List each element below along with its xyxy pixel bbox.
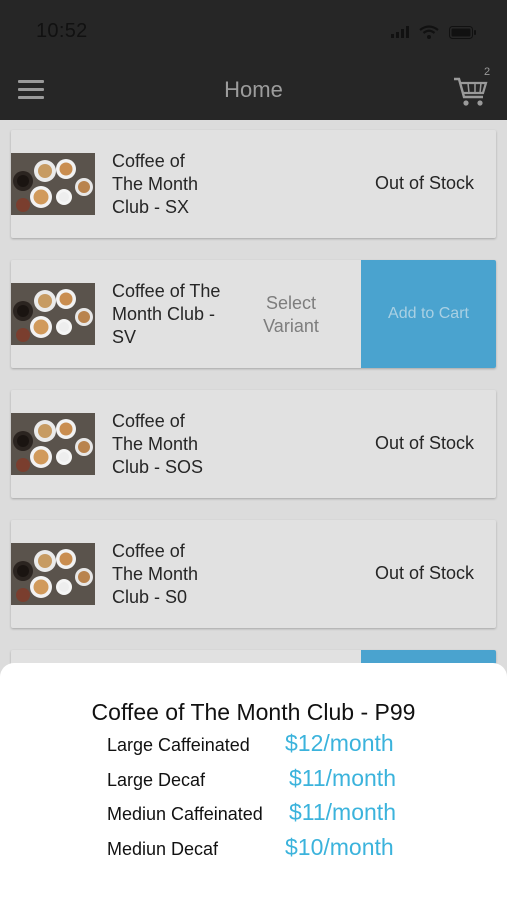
product-card[interactable]: Coffee of The Month Club - SV Select Var… — [11, 260, 496, 368]
stock-status: Out of Stock — [374, 173, 474, 193]
product-name: Coffee of The Month Club - SV — [112, 281, 221, 347]
page-title: Home — [224, 77, 283, 102]
select-variant-button[interactable]: Select Variant — [251, 292, 331, 338]
wifi-icon — [419, 25, 439, 39]
battery-icon — [449, 25, 476, 39]
price-value: $11/month — [289, 799, 396, 825]
price-value: $11/month — [289, 765, 396, 791]
navigation-bar: Home — [0, 62, 507, 120]
price-label: Large Caffeinated — [107, 735, 250, 755]
price-value: $10/month — [285, 834, 394, 860]
price-sheet: Coffee of The Month Club - P99 Large Caf… — [0, 663, 507, 900]
price-label: Mediun Caffeinated — [107, 804, 263, 824]
price-value: $12/month — [285, 730, 394, 756]
status-time: 10:52 — [36, 20, 88, 42]
product-image — [11, 543, 95, 605]
cart-button[interactable] — [452, 74, 492, 108]
product-name: Coffee of The Month Club - SX — [112, 151, 199, 217]
cart-icon — [454, 77, 488, 106]
price-label: Mediun Decaf — [107, 839, 219, 859]
product-card[interactable]: Coffee of The Month Club - SX Out of Sto… — [11, 130, 496, 238]
price-row[interactable]: Mediun Decaf $10/month — [0, 832, 507, 866]
stock-status: Out of Stock — [374, 563, 474, 583]
product-image — [11, 153, 95, 215]
add-to-cart-button[interactable]: Add to Cart — [361, 260, 496, 368]
price-row[interactable]: Large Caffeinated $12/month — [0, 728, 507, 762]
stock-status: Out of Stock — [374, 433, 474, 453]
cart-count-badge: 2 — [484, 66, 491, 78]
price-label: Large Decaf — [107, 770, 206, 790]
product-name: Coffee of The Month Club - S0 — [112, 541, 199, 607]
product-name: Coffee of The Month Club - SOS — [112, 411, 204, 477]
product-card[interactable]: Coffee of The Month Club - S0 Out of Sto… — [11, 520, 496, 628]
sheet-title: Coffee of The Month Club - P99 — [91, 699, 416, 725]
product-image — [11, 413, 95, 475]
signal-icon — [391, 26, 409, 38]
status-bar: 10:52 — [0, 0, 507, 62]
product-card[interactable]: Coffee of The Month Club - SOS Out of St… — [11, 390, 496, 498]
price-row[interactable]: Large Decaf $11/month — [0, 763, 507, 797]
product-image — [11, 283, 95, 345]
price-row[interactable]: Mediun Caffeinated $11/month — [0, 797, 507, 831]
status-icons — [391, 22, 477, 42]
